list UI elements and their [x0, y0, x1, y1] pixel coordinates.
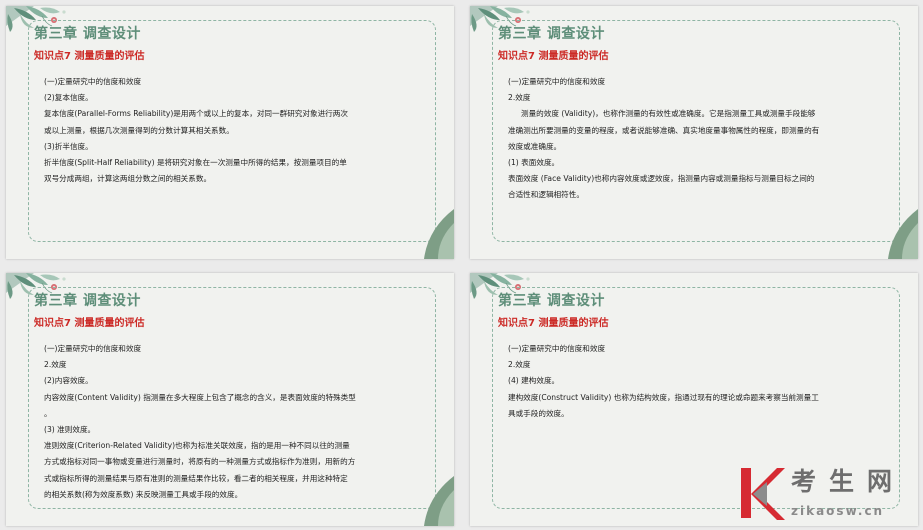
body-line: 具或手段的效度。 — [508, 408, 569, 418]
body-line: (3)折半信度。 — [44, 141, 93, 151]
body-line: 表面效度 (Face Validity)也称内容效度或逻效度，指测量内容或测量指… — [508, 174, 815, 184]
body-line: 复本信度(Parallel-Forms Reliability)是用两个或以上的… — [44, 109, 348, 119]
chapter-title: 第三章 调查设计 — [34, 293, 141, 309]
body-line: 准确测出所要测量的变量的程度，或者说能够准确、真实地度量事物属性的程度，即测量的… — [508, 125, 820, 135]
body-line: 2.效度 — [508, 360, 531, 370]
slide-body: (一)定量研究中的信度和效度 2.效度 (4) 建构效度。 建构效度(Const… — [508, 341, 888, 422]
body-line: (一)定量研究中的信度和效度 — [508, 344, 606, 353]
chapter-title: 第三章 调查设计 — [498, 293, 605, 309]
body-line: 效度或准确度。 — [508, 141, 562, 151]
body-line: 的相关系数(称为效度系数) 来反映测量工具或手段的效度。 — [44, 489, 243, 499]
knowledge-point-title: 知识点7 测量质量的评估 — [34, 51, 145, 62]
body-line: (一)定量研究中的信度和效度 — [44, 77, 142, 86]
watermark-title: 考生网 — [791, 467, 906, 496]
corner-leaf-decoration-icon — [888, 209, 918, 259]
slide-body: (一)定量研究中的信度和效度 (2)复本信度。 复本信度(Parallel-Fo… — [44, 74, 424, 187]
slide-body: (一)定量研究中的信度和效度 2.效度 测量的效度 (Validity)，也称作… — [508, 74, 888, 204]
body-line: 2.效度 — [44, 360, 67, 370]
body-line: (一)定量研究中的信度和效度 — [44, 344, 142, 353]
body-line: 或以上测量，根据几次测量得到的分数计算其相关系数。 — [44, 125, 234, 135]
body-line: (4) 建构效度。 — [508, 376, 560, 386]
body-line: 准则效度(Criterion-Related Validity)也称为标准关联效… — [44, 441, 350, 451]
slide-2[interactable]: 第三章 调查设计 知识点7 测量质量的评估 (一)定量研究中的信度和效度 2.效… — [470, 6, 918, 259]
slide-1[interactable]: 第三章 调查设计 知识点7 测量质量的评估 (一)定量研究中的信度和效度 (2)… — [6, 6, 454, 259]
body-line: 式或指标所得的测量结果与原有准则的测量结果作比较，看二者的相关程度，并用这种特定 — [44, 473, 348, 483]
knowledge-point-title: 知识点7 测量质量的评估 — [34, 318, 145, 329]
body-line: (2)复本信度。 — [44, 93, 93, 103]
body-line: 测量的效度 (Validity)，也称作测量的有效性或准确度。它是指测量工具或测… — [521, 109, 816, 119]
body-line: 折半信度(Split-Half Reliability) 是将研究对象在一次测量… — [44, 158, 347, 168]
body-line: 内容效度(Content Validity) 指测量在多大程度上包含了概念的含义… — [44, 392, 356, 402]
corner-leaf-decoration-icon — [424, 209, 454, 259]
body-line: 双号分成两组，计算这两组分数之间的相关系数。 — [44, 174, 212, 184]
body-line: 方式或指标对同一事物或变量进行测量时，将原有的一种测量方式或指标作为准则，用新的… — [44, 457, 356, 467]
body-line: 。 — [44, 408, 52, 418]
slide-3[interactable]: 第三章 调查设计 知识点7 测量质量的评估 (一)定量研究中的信度和效度 2.效… — [6, 273, 454, 526]
chapter-title: 第三章 调查设计 — [34, 26, 141, 42]
knowledge-point-title: 知识点7 测量质量的评估 — [498, 51, 609, 62]
body-line: 2.效度 — [508, 93, 531, 103]
body-line: (一)定量研究中的信度和效度 — [508, 77, 606, 86]
body-line: 建构效度(Construct Validity) 也称为结构效度，指通过现有的理… — [508, 392, 819, 402]
body-line: (1) 表面效度。 — [508, 158, 560, 168]
body-line: (2)内容效度。 — [44, 376, 93, 386]
slide-body: (一)定量研究中的信度和效度 2.效度 (2)内容效度。 内容效度(Conten… — [44, 341, 424, 503]
zikaosw-logo-icon — [741, 468, 785, 520]
site-watermark: 考生网 zikaosw.cn — [737, 462, 917, 526]
corner-leaf-decoration-icon — [424, 476, 454, 526]
chapter-title: 第三章 调查设计 — [498, 26, 605, 42]
body-line: (3) 准则效度。 — [44, 425, 96, 435]
watermark-url: zikaosw.cn — [791, 504, 885, 518]
body-line: 合适性和逻辑相符性。 — [508, 190, 584, 200]
knowledge-point-title: 知识点7 测量质量的评估 — [498, 318, 609, 329]
